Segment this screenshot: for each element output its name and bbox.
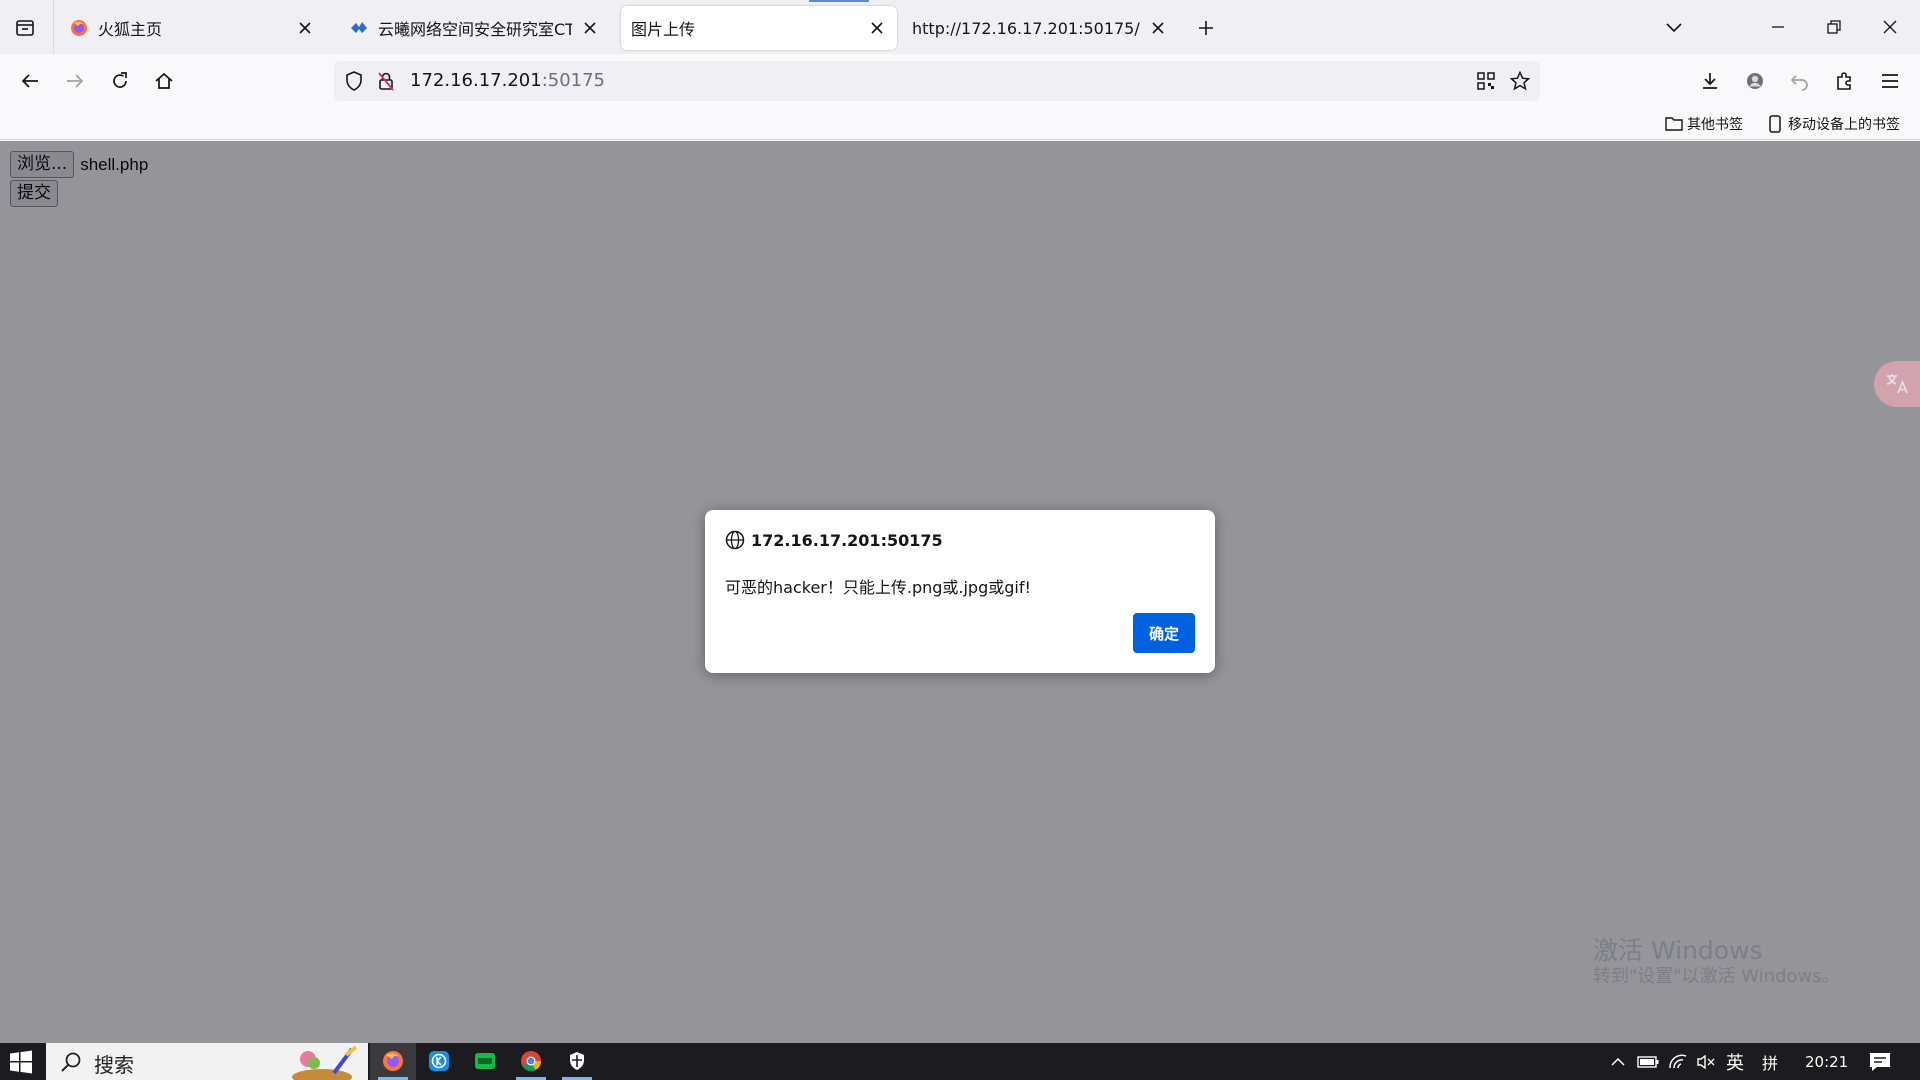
security-shield-icon: [566, 1050, 588, 1072]
tab-strip: 火狐主页 云曦网络空间安全研究室CTF靶 图片上传 http://172.16.…: [0, 0, 1920, 54]
new-tab-icon[interactable]: [1192, 14, 1220, 42]
translate-icon[interactable]: [1874, 361, 1920, 407]
lab-logo-icon: [350, 19, 368, 37]
bookmark-star-icon[interactable]: [1510, 71, 1530, 91]
tab-title: http://172.16.17.201:50175/: [912, 18, 1140, 38]
taskbar-clock[interactable]: 20:21: [1805, 1053, 1848, 1071]
taskbar: 搜索 英 拼 20:21: [0, 1043, 1920, 1080]
list-all-tabs-icon[interactable]: [1660, 14, 1688, 42]
menu-icon[interactable]: [1874, 65, 1906, 97]
bookmark-folder-other[interactable]: 其他书签: [1665, 112, 1743, 136]
battery-icon[interactable]: [1636, 1051, 1660, 1073]
wifi-icon[interactable]: [1666, 1051, 1690, 1073]
close-icon[interactable]: [1148, 18, 1168, 38]
taskbar-firefox[interactable]: [370, 1043, 416, 1080]
watermark-title: 激活 Windows: [1593, 936, 1763, 965]
url-text[interactable]: 172.16.17.201:50175: [410, 70, 605, 91]
tab-ctf-lab[interactable]: 云曦网络空间安全研究室CTF靶: [340, 6, 610, 50]
bookmark-label: 其他书签: [1687, 117, 1743, 133]
minimize-icon[interactable]: [1760, 10, 1796, 44]
taskbar-search[interactable]: 搜索: [46, 1043, 368, 1080]
forward-icon[interactable]: [59, 65, 91, 97]
activation-watermark: 激活 Windows 转到"设置"以激活 Windows。: [1593, 937, 1840, 989]
search-highlight-art-icon: [286, 1043, 364, 1080]
shield-icon[interactable]: [344, 71, 364, 91]
bookmark-folder-mobile[interactable]: 移动设备上的书签: [1766, 112, 1900, 136]
close-icon[interactable]: [295, 18, 315, 38]
downloads-icon[interactable]: [1694, 65, 1726, 97]
firefox-icon: [70, 19, 88, 37]
volume-muted-icon[interactable]: [1694, 1051, 1718, 1073]
tab-drag-indicator: [809, 0, 869, 2]
reload-icon[interactable]: [104, 65, 136, 97]
ok-button[interactable]: 确定: [1133, 613, 1195, 653]
bookmarks-toolbar: 其他书签 移动设备上的书签: [0, 108, 1920, 140]
tab-image-upload[interactable]: 图片上传: [621, 6, 897, 50]
taskbar-chrome[interactable]: [508, 1043, 554, 1080]
dialog-origin-text: 172.16.17.201:50175: [751, 530, 943, 550]
bookmark-label: 移动设备上的书签: [1788, 117, 1900, 133]
taskbar-security[interactable]: [554, 1043, 600, 1080]
folder-icon: [1665, 115, 1683, 133]
dialog-message: 可恶的hacker！只能上传.png或.jpg或gif!: [725, 578, 1031, 597]
ime-language[interactable]: 英: [1726, 1051, 1744, 1074]
video-player-icon: [474, 1050, 496, 1072]
home-icon[interactable]: [148, 65, 180, 97]
page-content: 浏览... shell.php 提交 172.16.17.201:50175 可…: [0, 141, 1920, 1043]
navigation-toolbar: 172.16.17.201:50175: [0, 54, 1920, 108]
tab-separator: [53, 0, 54, 54]
search-label: 搜索: [94, 1053, 134, 1077]
restore-icon[interactable]: [1816, 10, 1852, 44]
windows-start-icon[interactable]: [8, 1050, 34, 1074]
tab-firefox-home[interactable]: 火狐主页: [60, 6, 325, 50]
url-port: :50175: [541, 70, 606, 91]
taskbar-app-k[interactable]: [416, 1043, 462, 1080]
close-icon[interactable]: [867, 18, 887, 38]
tab-title: 图片上传: [631, 20, 696, 39]
alert-dialog: 172.16.17.201:50175 可恶的hacker！只能上传.png或.…: [705, 510, 1215, 673]
dialog-origin: 172.16.17.201:50175: [725, 530, 943, 550]
tab-title: 火狐主页: [98, 20, 163, 39]
firefox-icon: [382, 1050, 404, 1072]
firefox-view-icon[interactable]: [10, 13, 40, 43]
close-icon[interactable]: [580, 18, 600, 38]
chrome-icon: [520, 1050, 542, 1072]
notification-icon[interactable]: [1868, 1050, 1892, 1074]
account-icon[interactable]: [1739, 65, 1771, 97]
tray-chevron-up-icon[interactable]: [1608, 1051, 1628, 1073]
url-host: 172.16.17.201: [410, 70, 542, 91]
globe-icon: [725, 530, 745, 550]
ime-mode[interactable]: 拼: [1762, 1051, 1778, 1073]
undo-icon[interactable]: [1784, 65, 1816, 97]
qr-code-icon[interactable]: [1476, 71, 1496, 91]
insecure-lock-icon[interactable]: [376, 71, 396, 91]
extensions-icon[interactable]: [1829, 65, 1861, 97]
taskbar-app-video[interactable]: [462, 1043, 508, 1080]
search-icon: [60, 1051, 82, 1073]
url-bar[interactable]: 172.16.17.201:50175: [334, 61, 1540, 101]
close-window-icon[interactable]: [1872, 10, 1908, 44]
app-k-icon: [428, 1050, 450, 1072]
watermark-subtitle: 转到"设置"以激活 Windows。: [1593, 966, 1840, 987]
tab-title: 云曦网络空间安全研究室CTF靶: [378, 20, 572, 39]
back-icon[interactable]: [14, 65, 46, 97]
tab-url[interactable]: http://172.16.17.201:50175/: [902, 6, 1178, 50]
mobile-device-icon: [1766, 115, 1784, 133]
